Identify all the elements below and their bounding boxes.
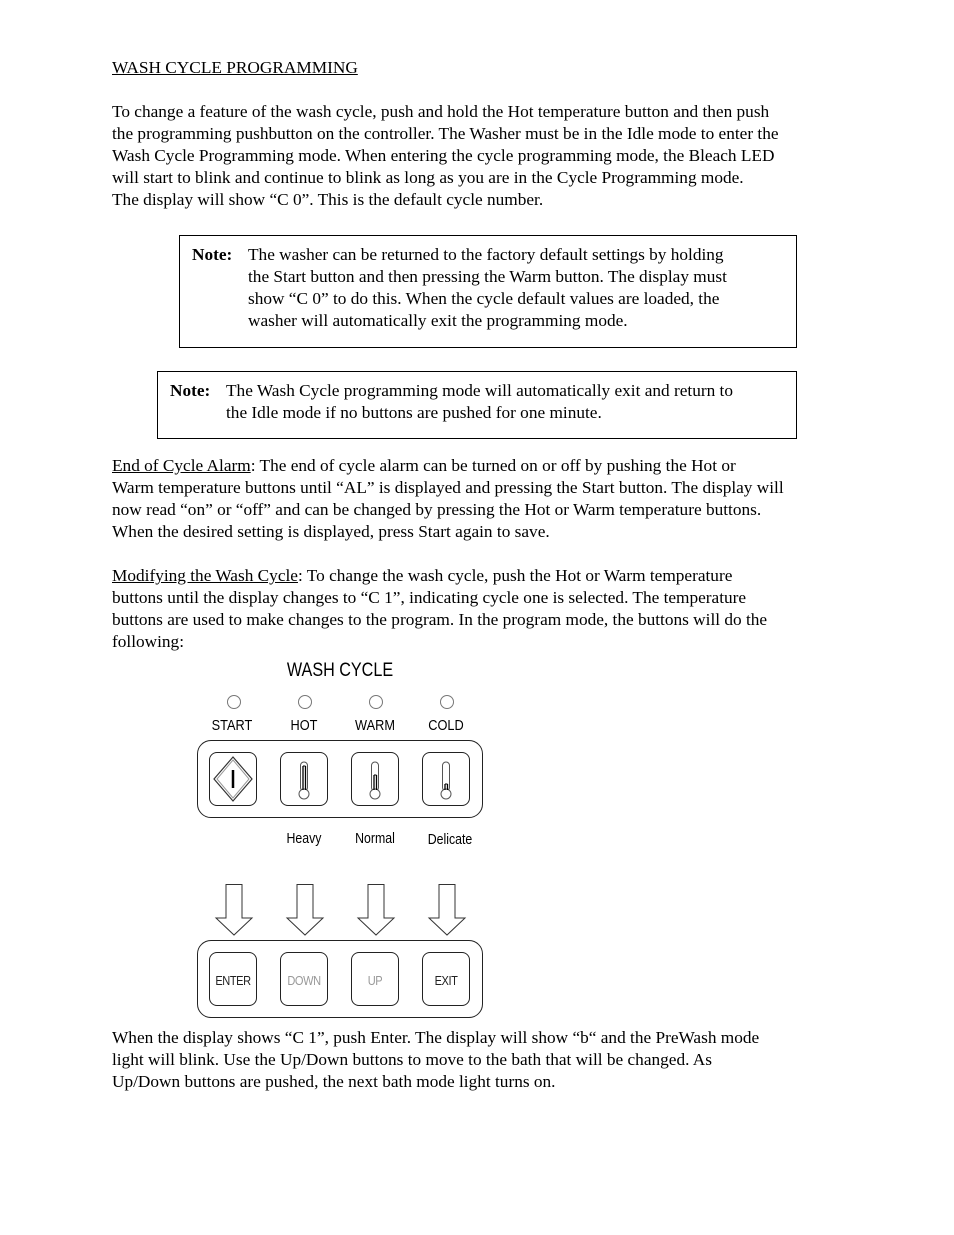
intro-paragraph: To change a feature of the wash cycle, p…: [112, 102, 779, 209]
label-warm: WARM: [355, 717, 395, 734]
alarm-paragraph: End of Cycle Alarm: The end of cycle ala…: [112, 455, 852, 543]
start-button[interactable]: [209, 752, 257, 806]
label-cold: COLD: [428, 717, 464, 734]
alarm-title: End of Cycle Alarm: [112, 456, 251, 475]
arrow-down-icon: [214, 884, 254, 936]
led-warm: [369, 695, 383, 709]
thermometer-low-icon: [440, 761, 452, 800]
note-label: Note:: [192, 245, 233, 264]
thermometer-high-icon: [298, 761, 310, 800]
led-start: [227, 695, 241, 709]
led-cold: [440, 695, 454, 709]
exit-label: EXIT: [434, 973, 458, 988]
hot-button[interactable]: [280, 752, 328, 806]
modify-paragraph: Modifying the Wash Cycle: To change the …: [112, 565, 852, 653]
up-label: UP: [367, 973, 383, 988]
label-hot: HOT: [290, 717, 318, 734]
note-label: Note:: [170, 381, 211, 400]
exit-button[interactable]: EXIT: [422, 952, 470, 1006]
enter-label: ENTER: [215, 973, 251, 988]
arrow-down-icon: [285, 884, 325, 936]
enter-button[interactable]: ENTER: [209, 952, 257, 1006]
section-heading: WASH CYCLE PROGRAMMING: [112, 58, 358, 77]
bottom-button-panel: [197, 940, 483, 1018]
down-label: DOWN: [287, 973, 321, 988]
note-factory-default: Note: The washer can be returned to the …: [179, 235, 797, 348]
note-auto-exit: Note: The Wash Cycle programming mode wi…: [157, 371, 797, 439]
led-hot: [298, 695, 312, 709]
note-text: The washer can be returned to the factor…: [248, 245, 727, 330]
label-delicate: Delicate: [427, 832, 473, 848]
arrow-down-icon: [427, 884, 467, 936]
warm-button[interactable]: [351, 752, 399, 806]
label-normal: Normal: [355, 831, 395, 847]
label-heavy: Heavy: [286, 831, 322, 847]
up-button[interactable]: UP: [351, 952, 399, 1006]
closing-paragraph: When the display shows “C 1”, push Enter…: [112, 1028, 760, 1091]
start-diamond-icon: [213, 756, 253, 802]
cold-button[interactable]: [422, 752, 470, 806]
modify-title: Modifying the Wash Cycle: [112, 566, 298, 585]
diagram-title: WASH CYCLE: [286, 660, 394, 681]
arrow-down-icon: [356, 884, 396, 936]
label-start: START: [211, 717, 253, 734]
top-button-panel: [197, 740, 483, 818]
thermometer-medium-icon: [369, 761, 381, 800]
down-button[interactable]: DOWN: [280, 952, 328, 1006]
note-text: The Wash Cycle programming mode will aut…: [226, 381, 733, 422]
